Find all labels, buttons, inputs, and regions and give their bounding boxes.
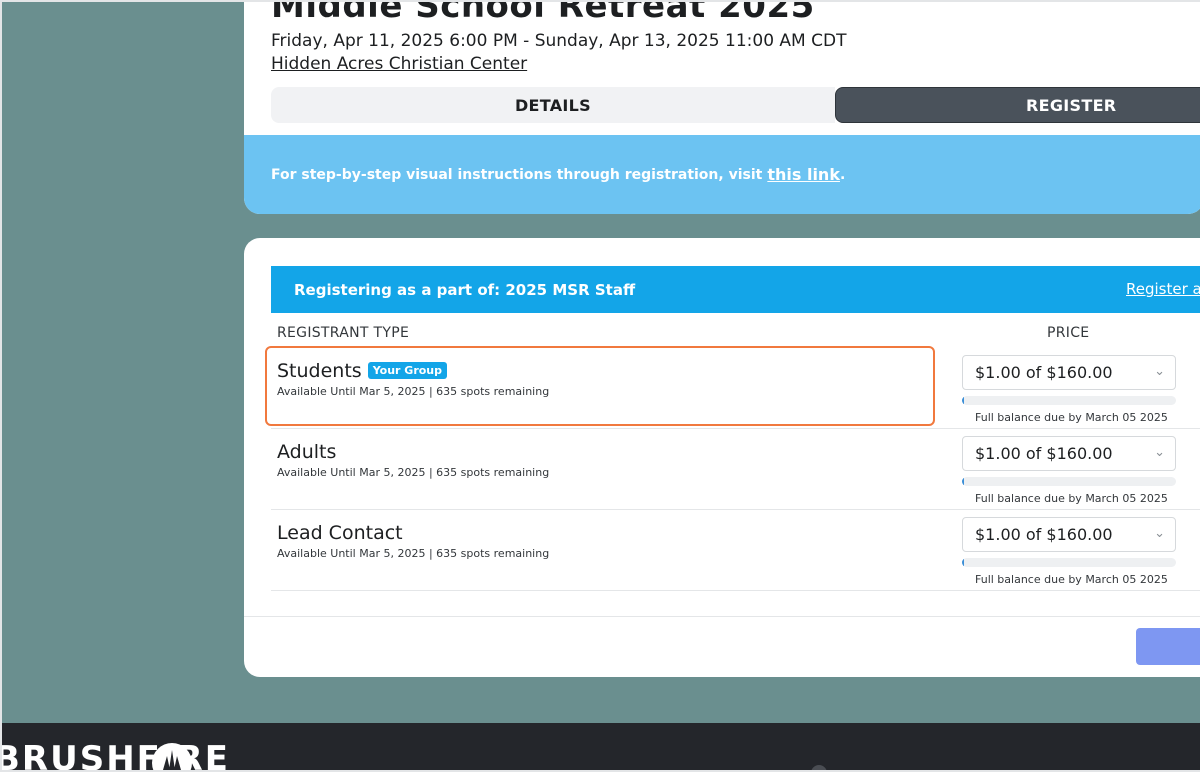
payment-progress-bar xyxy=(962,396,1176,405)
highlight-annotation xyxy=(265,346,935,426)
balance-due-note: Full balance due by March 05 2025 xyxy=(975,411,1168,424)
price-select[interactable]: $1.00 of $160.00 ⌄ xyxy=(962,436,1176,471)
balance-due-note: Full balance due by March 05 2025 xyxy=(975,573,1168,586)
price-select-value: $1.00 of $160.00 xyxy=(975,525,1113,544)
event-dates: Friday, Apr 11, 2025 6:00 PM - Sunday, A… xyxy=(271,31,847,51)
instructions-link[interactable]: this link xyxy=(767,165,840,184)
registration-card: Registering as a part of: 2025 MSR Staff… xyxy=(244,238,1200,677)
card-divider xyxy=(244,616,1200,617)
instructions-suffix: . xyxy=(839,166,846,183)
payment-progress-bar xyxy=(962,558,1176,567)
group-bar: Registering as a part of: 2025 MSR Staff… xyxy=(271,266,1200,313)
availability-text: Available Until Mar 5, 2025 | 635 spots … xyxy=(277,547,550,560)
registrant-name: Lead Contact xyxy=(277,522,403,544)
chevron-down-icon: ⌄ xyxy=(1154,445,1165,460)
payment-progress-fill xyxy=(962,558,965,567)
continue-button[interactable] xyxy=(1136,628,1200,665)
brand-logo: BRUSHFIRE xyxy=(0,739,230,772)
balance-due-note: Full balance due by March 05 2025 xyxy=(975,492,1168,505)
availability-text: Available Until Mar 5, 2025 | 635 spots … xyxy=(277,466,550,479)
register-another-link[interactable]: Register a xyxy=(1126,280,1200,298)
price-select-value: $1.00 of $160.00 xyxy=(975,444,1113,463)
tab-register[interactable]: REGISTER xyxy=(835,87,1200,123)
price-header: PRICE xyxy=(1047,325,1090,341)
price-select[interactable]: $1.00 of $160.00 ⌄ xyxy=(962,355,1176,390)
chevron-down-icon: ⌄ xyxy=(1154,526,1165,541)
event-header-card: Middle School Retreat 2025 Friday, Apr 1… xyxy=(244,0,1200,214)
instructions-text: For step-by-step visual instructions thr… xyxy=(271,166,763,183)
instructions-banner: For step-by-step visual instructions thr… xyxy=(244,135,1200,214)
scroll-indicator[interactable] xyxy=(811,765,827,772)
registrant-type-header: REGISTRANT TYPE xyxy=(277,325,410,341)
payment-progress-fill xyxy=(962,396,965,405)
payment-progress-bar xyxy=(962,477,1176,486)
price-select[interactable]: $1.00 of $160.00 ⌄ xyxy=(962,517,1176,552)
event-title: Middle School Retreat 2025 xyxy=(271,0,815,26)
payment-progress-fill xyxy=(962,477,965,486)
tab-details[interactable]: DETAILS xyxy=(271,87,835,123)
group-bar-text: Registering as a part of: 2025 MSR Staff xyxy=(294,280,636,299)
event-venue-link[interactable]: Hidden Acres Christian Center xyxy=(271,54,527,74)
price-select-value: $1.00 of $160.00 xyxy=(975,363,1113,382)
site-footer: BRUSHFIRE xyxy=(0,723,1200,772)
registrant-name: Adults xyxy=(277,441,337,463)
registrant-row-lead-contact: Lead Contact Available Until Mar 5, 2025… xyxy=(271,510,1200,591)
registrant-row-adults: Adults Available Until Mar 5, 2025 | 635… xyxy=(271,429,1200,510)
chevron-down-icon: ⌄ xyxy=(1154,364,1165,379)
